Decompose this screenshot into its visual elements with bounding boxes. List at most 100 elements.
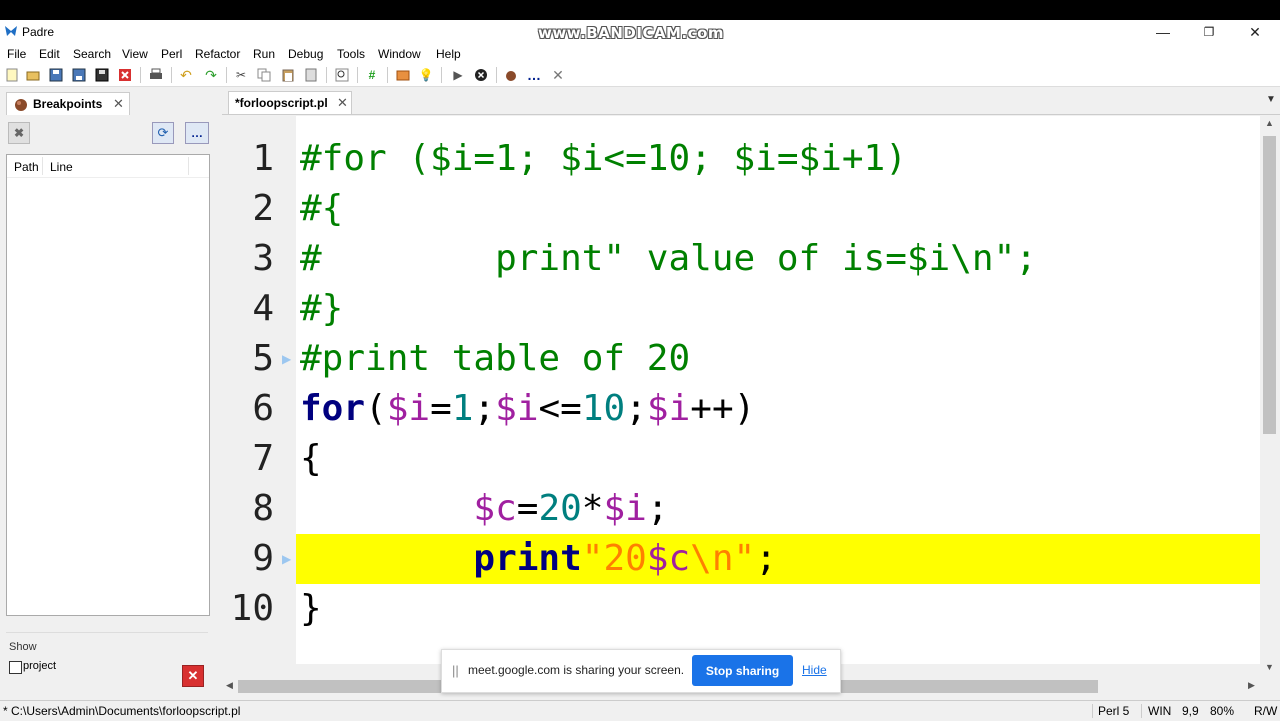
open-file-icon[interactable] [25,67,41,83]
menu-refactor[interactable]: Refactor [195,47,240,61]
comment-toggle-icon[interactable]: # [364,67,380,83]
lightbulb-icon[interactable]: 💡 [418,67,434,83]
code-editor[interactable]: 1 2 3 4 5 6 7 8 9 10 ▶ ▶ #for ($i=1; $i<… [222,116,1260,664]
restore-button[interactable]: ❐ [1186,20,1232,44]
close-file-icon[interactable] [117,67,133,83]
show-label: Show [9,641,37,653]
column-path[interactable]: Path [14,160,39,174]
stop-sharing-button[interactable]: Stop sharing [692,655,793,686]
line-number: 7 [252,438,274,479]
undo-icon[interactable]: ↶ [178,67,194,83]
paste-icon[interactable] [280,67,296,83]
tab-forloopscript[interactable]: *forloopscript.pl ✕ [228,91,352,114]
code-line-4: #} [300,288,344,329]
save-all-icon[interactable] [94,67,110,83]
save-icon[interactable] [48,67,64,83]
scroll-right-icon[interactable]: ▶ [1248,680,1255,691]
breakpoints-tab-label: Breakpoints [33,97,103,111]
tab-list-dropdown-icon[interactable]: ▼ [1266,94,1276,105]
code-line-5: #print table of 20 [300,338,691,379]
close-tab-icon[interactable]: ✕ [113,96,124,112]
menu-edit[interactable]: Edit [39,47,60,61]
menu-help[interactable]: Help [436,47,461,61]
scroll-up-icon[interactable]: ▲ [1265,118,1274,128]
code-line-3: # print" value of is=$i\n"; [300,238,1037,279]
delete-breakpoint-icon[interactable]: ✖ [8,122,30,144]
redo-icon[interactable]: ↷ [203,67,219,83]
project-checkbox[interactable] [9,661,22,674]
code-line-7: { [300,438,322,479]
project-label: project [23,660,57,672]
padre-logo-icon [4,24,18,38]
fold-marker-icon[interactable]: ▶ [282,552,291,566]
save-as-icon[interactable] [71,67,87,83]
editor-tab-bar: *forloopscript.pl ✕ ▼ [222,88,1280,115]
scroll-down-icon[interactable]: ▼ [1265,662,1274,672]
toolbar: ↶ ↷ ✂ # 💡 ▶ … ✕ [0,64,1280,87]
status-language[interactable]: Perl 5 [1098,704,1129,718]
menu-search[interactable]: Search [73,47,111,61]
code-line-9: print"20$c\n"; [473,538,777,579]
vertical-scroll-thumb[interactable] [1263,136,1276,434]
status-file-path: * C:\Users\Admin\Documents\forloopscript… [3,704,241,718]
menu-bar: File Edit Search View Perl Refactor Run … [0,44,1280,64]
share-message: meet.google.com is sharing your screen. [468,663,685,677]
code-line-1: #for ($i=1; $i<=10; $i=$i+1) [300,138,907,179]
padre-window: Padre — ❐ ✕ File Edit Search View Perl R… [0,20,1280,721]
print-icon[interactable] [148,67,164,83]
menu-perl[interactable]: Perl [161,47,182,61]
line-number: 5 [252,338,274,379]
line-number: 1 [252,138,274,179]
list-header: Path Line [7,155,209,178]
breakpoints-panel: Breakpoints ✕ ✖ ⟳ … Path Line Show proje… [0,88,216,698]
stop-icon[interactable] [473,67,489,83]
more-options-icon[interactable]: … [185,122,209,144]
menu-tools[interactable]: Tools [337,47,365,61]
copy-icon[interactable] [256,67,272,83]
new-file-icon[interactable] [4,67,20,83]
line-number: 8 [252,488,274,529]
select-all-icon[interactable] [303,67,319,83]
drag-handle-icon[interactable]: || [452,663,459,678]
line-number-gutter: 1 2 3 4 5 6 7 8 9 10 ▶ ▶ [222,116,296,664]
close-tab-icon[interactable]: ✕ [337,95,348,111]
status-eol[interactable]: WIN [1148,704,1171,718]
status-mode: R/W [1254,704,1278,718]
screen-share-bar: || meet.google.com is sharing your scree… [441,649,841,693]
breakpoints-tools: ✖ ⟳ … [6,118,210,146]
status-bar: * C:\Users\Admin\Documents\forloopscript… [0,700,1280,721]
cut-icon[interactable]: ✂ [233,67,249,83]
menu-debug[interactable]: Debug [288,47,323,61]
more-icon[interactable]: … [526,67,542,83]
editor-tab-label: *forloopscript.pl [235,96,328,110]
hide-link[interactable]: Hide [802,663,827,677]
close-toolbar-icon[interactable]: ✕ [550,67,566,83]
refresh-icon[interactable]: ⟳ [152,122,174,144]
delete-all-icon[interactable]: ✕ [182,665,204,687]
breakpoints-list[interactable]: Path Line [6,154,210,616]
close-button[interactable]: ✕ [1232,20,1278,44]
breakpoints-tab[interactable]: Breakpoints ✕ [6,92,130,115]
scroll-left-icon[interactable]: ◀ [226,680,233,691]
line-number: 4 [252,288,274,329]
bandicam-watermark: www.BANDICAM.com [538,24,725,42]
line-number: 9 [252,538,274,579]
find-icon[interactable] [334,67,350,83]
menu-run[interactable]: Run [253,47,275,61]
fold-marker-icon[interactable]: ▶ [282,352,291,366]
menu-view[interactable]: View [122,47,148,61]
code-line-6: for($i=1;$i<=10;$i++) [300,388,756,429]
open-folder-icon[interactable] [395,67,411,83]
code-line-2: #{ [300,188,344,229]
minimize-button[interactable]: — [1140,20,1186,44]
debug-bug-icon[interactable] [503,67,519,83]
menu-window[interactable]: Window [378,47,421,61]
line-number: 10 [230,588,274,629]
run-icon[interactable]: ▶ [450,67,466,83]
menu-file[interactable]: File [7,47,26,61]
status-position: 9,9 [1182,704,1199,718]
code-line-10: } [300,588,322,629]
column-line[interactable]: Line [50,160,73,174]
line-number: 6 [252,388,274,429]
status-zoom: 80% [1210,704,1235,718]
